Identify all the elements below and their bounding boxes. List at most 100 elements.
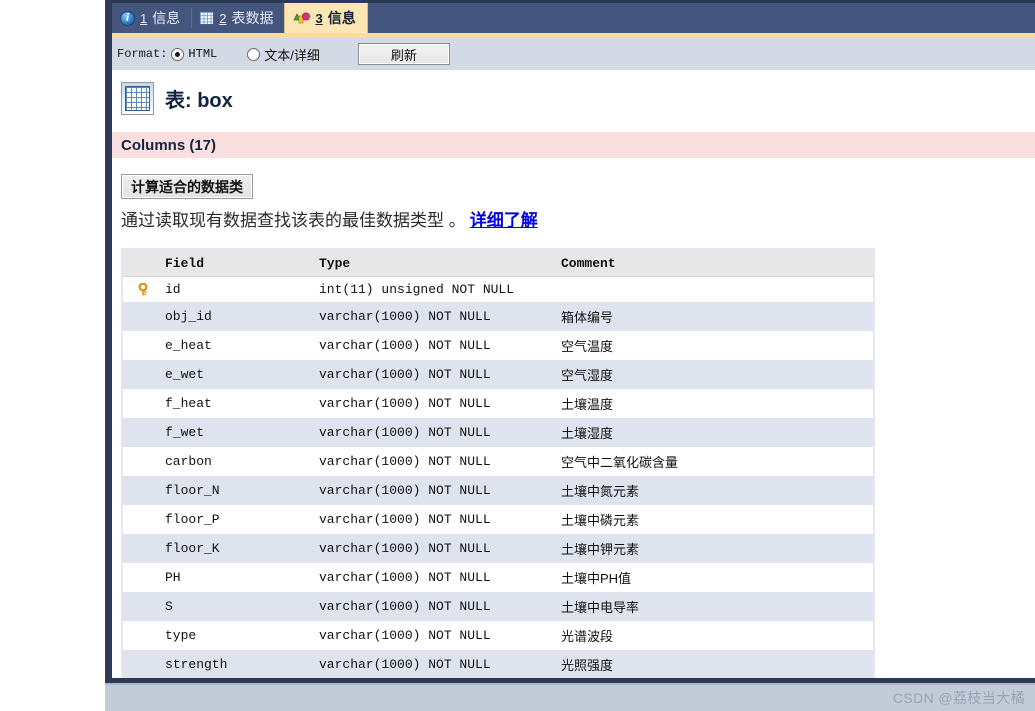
table-row[interactable]: f_heat varchar(1000) NOT NULL 土壤温度 bbox=[123, 389, 873, 418]
cell-comment bbox=[553, 276, 873, 302]
cell-field: f_wet bbox=[157, 418, 311, 447]
table-grid-icon bbox=[199, 11, 215, 25]
row-key-cell bbox=[123, 476, 157, 505]
cell-field: obj_id bbox=[157, 302, 311, 331]
primary-key-icon bbox=[123, 276, 157, 302]
tab-info-1-number: 1 bbox=[140, 10, 148, 26]
cell-field: S bbox=[157, 592, 311, 621]
cell-type: varchar(1000) NOT NULL bbox=[311, 302, 553, 331]
cell-field: carbon bbox=[157, 447, 311, 476]
table-icon bbox=[121, 82, 154, 115]
analyze-block: 计算适合的数据类 通过读取现有数据查找该表的最佳数据类型 。 详细了解 bbox=[112, 158, 1035, 231]
refresh-button[interactable]: 刷新 bbox=[357, 43, 450, 65]
analyze-description-text: 通过读取现有数据查找该表的最佳数据类型 。 bbox=[121, 211, 466, 230]
row-key-cell bbox=[123, 592, 157, 621]
row-key-cell bbox=[123, 447, 157, 476]
table-row[interactable]: PH varchar(1000) NOT NULL 土壤中PH值 bbox=[123, 563, 873, 592]
table-row[interactable]: carbon varchar(1000) NOT NULL 空气中二氧化碳含量 bbox=[123, 447, 873, 476]
format-toolbar: Format: HTML 文本/详细 刷新 bbox=[112, 33, 1035, 70]
tab-table-data-2-number: 2 bbox=[219, 10, 227, 26]
format-label: Format: bbox=[117, 47, 168, 61]
table-row[interactable]: strength varchar(1000) NOT NULL 光照强度 bbox=[123, 650, 873, 678]
radio-format-text[interactable]: 文本/详细 bbox=[247, 45, 320, 64]
row-key-cell bbox=[123, 621, 157, 650]
learn-more-link[interactable]: 详细了解 bbox=[470, 206, 538, 231]
window-left-border bbox=[105, 0, 112, 684]
cell-type: varchar(1000) NOT NULL bbox=[311, 534, 553, 563]
columns-grid-wrapper: Field Type Comment id int(11) unsigned NO… bbox=[121, 248, 875, 678]
columns-header-row: Field Type Comment bbox=[123, 250, 873, 277]
tab-strip: 1 信息 2 表数据 3 信息 bbox=[112, 0, 1035, 33]
columns-table: Field Type Comment id int(11) unsigned NO… bbox=[123, 250, 873, 678]
table-icon-grid bbox=[125, 86, 150, 111]
table-row[interactable]: floor_K varchar(1000) NOT NULL 土壤中钾元素 bbox=[123, 534, 873, 563]
app-window: 1 信息 2 表数据 3 信息 bbox=[0, 0, 1035, 711]
cell-field: floor_N bbox=[157, 476, 311, 505]
table-row[interactable]: id int(11) unsigned NOT NULL bbox=[123, 276, 873, 302]
tab-info-3-number: 3 bbox=[315, 10, 323, 26]
table-row[interactable]: Svarchar(1000) NOT NULL 土壤中电导率 bbox=[123, 592, 873, 621]
table-row[interactable]: floor_N varchar(1000) NOT NULL 土壤中氮元素 bbox=[123, 476, 873, 505]
row-key-cell bbox=[123, 331, 157, 360]
row-key-cell bbox=[123, 389, 157, 418]
column-header-type: Type bbox=[311, 250, 553, 277]
cell-comment: 土壤湿度 bbox=[553, 418, 873, 447]
cell-field: f_heat bbox=[157, 389, 311, 418]
cell-type: varchar(1000) NOT NULL bbox=[311, 476, 553, 505]
table-row[interactable]: type varchar(1000) NOT NULL 光谱波段 bbox=[123, 621, 873, 650]
cell-comment: 光照强度 bbox=[553, 650, 873, 678]
info-content-pane: 表: box Columns (17) 计算适合的数据类 通过读取现有数据查找该… bbox=[112, 70, 1035, 678]
table-row[interactable]: f_wet varchar(1000) NOT NULL 土壤湿度 bbox=[123, 418, 873, 447]
cell-comment: 土壤中钾元素 bbox=[553, 534, 873, 563]
radio-html-label: HTML bbox=[188, 47, 218, 61]
cell-field: strength bbox=[157, 650, 311, 678]
cell-comment: 土壤中氮元素 bbox=[553, 476, 873, 505]
info-circle-icon bbox=[120, 10, 135, 26]
table-row[interactable]: obj_id varchar(1000) NOT NULL 箱体编号 bbox=[123, 302, 873, 331]
table-title-row: 表: box bbox=[112, 70, 1035, 115]
cell-type: int(11) unsigned NOT NULL bbox=[311, 276, 553, 302]
cell-comment: 空气湿度 bbox=[553, 360, 873, 389]
left-blank-gutter bbox=[0, 0, 105, 711]
table-row[interactable]: e_heat varchar(1000) NOT NULL 空气温度 bbox=[123, 331, 873, 360]
cell-field: id bbox=[157, 276, 311, 302]
cell-field: floor_K bbox=[157, 534, 311, 563]
columns-table-body: id int(11) unsigned NOT NULL obj_id varchar… bbox=[123, 276, 873, 678]
radio-text-indicator[interactable] bbox=[247, 47, 261, 61]
columns-table-head: Field Type Comment bbox=[123, 250, 873, 277]
cell-field: PH bbox=[157, 563, 311, 592]
cell-type: varchar(1000) NOT NULL bbox=[311, 650, 553, 678]
tab-info-1[interactable]: 1 信息 bbox=[112, 3, 191, 33]
cell-field: e_heat bbox=[157, 331, 311, 360]
cell-type: varchar(1000) NOT NULL bbox=[311, 418, 553, 447]
tab-info-3[interactable]: 3 信息 bbox=[284, 3, 368, 33]
table-row[interactable]: floor_P varchar(1000) NOT NULL 土壤中磷元素 bbox=[123, 505, 873, 534]
radio-format-html[interactable]: HTML bbox=[171, 47, 217, 61]
column-header-key bbox=[123, 250, 157, 277]
cell-field: e_wet bbox=[157, 360, 311, 389]
csdn-watermark: CSDN @荔枝当大橘 bbox=[892, 690, 1025, 706]
cell-comment: 土壤温度 bbox=[553, 389, 873, 418]
row-key-cell bbox=[123, 418, 157, 447]
cell-type: varchar(1000) NOT NULL bbox=[311, 592, 553, 621]
cell-type: varchar(1000) NOT NULL bbox=[311, 621, 553, 650]
cell-field: type bbox=[157, 621, 311, 650]
cell-type: varchar(1000) NOT NULL bbox=[311, 360, 553, 389]
cell-type: varchar(1000) NOT NULL bbox=[311, 505, 553, 534]
tab-table-data-2[interactable]: 2 表数据 bbox=[191, 3, 284, 33]
page-title: 表: box bbox=[165, 90, 233, 112]
cell-comment: 土壤中PH值 bbox=[553, 563, 873, 592]
analyze-datatype-button[interactable]: 计算适合的数据类 bbox=[121, 174, 253, 199]
row-key-cell bbox=[123, 650, 157, 678]
cell-comment: 土壤中电导率 bbox=[553, 592, 873, 621]
table-row[interactable]: e_wet varchar(1000) NOT NULL 空气湿度 bbox=[123, 360, 873, 389]
cell-type: varchar(1000) NOT NULL bbox=[311, 563, 553, 592]
row-key-cell bbox=[123, 360, 157, 389]
tab-info-1-label: 信息 bbox=[152, 10, 181, 26]
row-key-cell bbox=[123, 563, 157, 592]
cell-type: varchar(1000) NOT NULL bbox=[311, 447, 553, 476]
column-header-comment: Comment bbox=[553, 250, 873, 277]
cell-comment: 空气温度 bbox=[553, 331, 873, 360]
cell-type: varchar(1000) NOT NULL bbox=[311, 389, 553, 418]
radio-html-indicator[interactable] bbox=[171, 47, 185, 61]
